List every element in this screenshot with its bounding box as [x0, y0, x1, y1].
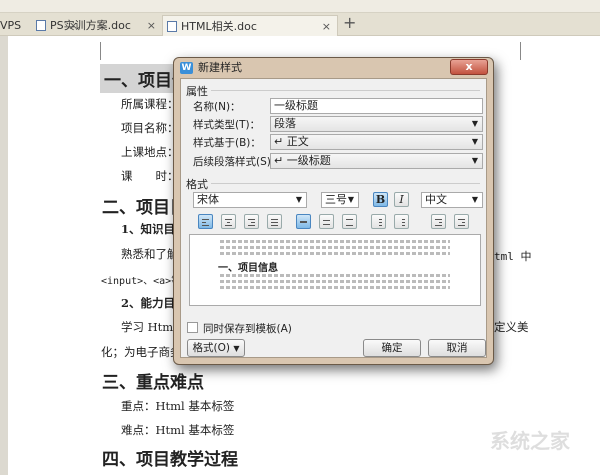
- preview-filler: [220, 252, 450, 255]
- doc-line: 化；为电子商务: [101, 345, 182, 359]
- select-value: 中文: [425, 193, 447, 206]
- select-value: 宋体: [197, 193, 219, 206]
- dropdown-arrow-icon: ▼: [471, 195, 478, 204]
- select-value: ↵ 一级标题: [274, 154, 331, 167]
- doc-line: 重点：Html 基本标签: [121, 399, 235, 413]
- ok-button[interactable]: 确定: [363, 339, 421, 357]
- new-style-dialog: W 新建样式 x 属性 名称(N)： 一级标题 样式类型(T)： 段落 ▼ 样式基于…: [173, 57, 494, 365]
- align-left-icon[interactable]: [198, 214, 213, 229]
- bold-button[interactable]: B: [373, 192, 388, 207]
- font-select[interactable]: 宋体 ▼: [193, 192, 307, 208]
- align-right-icon[interactable]: [244, 214, 259, 229]
- dropdown-arrow-icon: ▼: [471, 137, 478, 146]
- divider: [211, 90, 480, 91]
- doc-line: 所属课程：: [121, 97, 179, 111]
- dropdown-arrow-icon: ▼: [471, 119, 478, 128]
- format-section-label: 格式: [186, 178, 208, 191]
- tab-label: HTML相关.doc: [181, 20, 257, 33]
- doc-line: 上课地点：: [121, 145, 179, 159]
- doc-line: 课 时：: [121, 169, 179, 183]
- dropdown-arrow-icon: ▼: [295, 195, 302, 204]
- doc-line: tml 中: [494, 250, 532, 263]
- tab-label: PS实训方案.doc: [50, 19, 131, 32]
- name-input[interactable]: 一级标题: [270, 98, 483, 114]
- space-before-icon[interactable]: [371, 214, 386, 229]
- watermark: 系统之家: [490, 429, 570, 453]
- heading-3: 三、重点难点: [102, 373, 204, 393]
- margin-mark: [520, 42, 521, 60]
- next-style-label: 后续段落样式(S)：: [193, 156, 282, 168]
- doc-line: 熟悉和了解: [121, 247, 179, 261]
- divider: [211, 183, 480, 184]
- based-on-select[interactable]: ↵ 正文 ▼: [270, 134, 483, 150]
- select-value: 段落: [274, 117, 296, 130]
- new-tab-button[interactable]: +: [343, 13, 356, 32]
- close-tab-icon[interactable]: ×: [322, 16, 331, 37]
- justify-icon[interactable]: [267, 214, 282, 229]
- tab-bar: VPS × PS实训方案.doc × HTML相关.doc ×: [0, 13, 600, 36]
- style-type-label: 样式类型(T)：: [193, 119, 261, 131]
- format-menu-button[interactable]: 格式(O) ▼: [187, 339, 245, 357]
- doc-line: <input>、<a>等: [101, 276, 182, 287]
- button-label: 格式(O): [192, 342, 230, 354]
- italic-button[interactable]: I: [394, 192, 409, 207]
- doc-line: 定义美: [494, 320, 529, 334]
- space-after-icon[interactable]: [394, 214, 409, 229]
- preview-filler: [220, 246, 450, 249]
- preview-filler: [220, 240, 450, 243]
- preview-filler: [220, 274, 450, 277]
- close-tab-icon[interactable]: ×: [147, 15, 156, 36]
- doc-line: 项目名称：: [121, 121, 179, 135]
- dropdown-arrow-icon: ▼: [347, 195, 354, 204]
- tab-html-doc[interactable]: HTML相关.doc ×: [162, 15, 338, 36]
- preview-filler: [220, 280, 450, 283]
- line-spacing-double-icon[interactable]: [342, 214, 357, 229]
- doc-icon: [36, 20, 46, 31]
- margin-mark: [100, 42, 101, 60]
- line-spacing-1-5-icon[interactable]: [319, 214, 334, 229]
- select-value: 三号: [325, 193, 347, 206]
- doc-line: 难点：Html 基本标签: [121, 423, 235, 437]
- align-center-icon[interactable]: [221, 214, 236, 229]
- dialog-title: 新建样式: [198, 61, 242, 74]
- left-gutter: [0, 36, 8, 475]
- based-on-label: 样式基于(B)：: [193, 137, 261, 149]
- tab-ps-doc[interactable]: PS实训方案.doc ×: [32, 15, 162, 36]
- dropdown-arrow-icon: ▼: [471, 156, 478, 165]
- size-select[interactable]: 三号 ▼: [321, 192, 359, 208]
- save-to-template-checkbox[interactable]: [187, 322, 198, 333]
- tab-label: VPS: [0, 19, 22, 32]
- properties-section-label: 属性: [186, 85, 208, 98]
- decrease-indent-icon[interactable]: [431, 214, 446, 229]
- save-to-template-label: 同时保存到模板(A): [203, 323, 292, 335]
- select-value: ↵ 正文: [274, 135, 309, 148]
- ribbon-toolbar: [0, 0, 600, 13]
- dialog-body: 属性 名称(N)： 一级标题 样式类型(T)： 段落 ▼ 样式基于(B)： ↵ 正…: [180, 78, 487, 358]
- cancel-button[interactable]: 取消: [428, 339, 486, 357]
- close-button[interactable]: x: [450, 59, 488, 75]
- style-preview: 一、项目信息: [189, 234, 481, 306]
- preview-filler: [220, 286, 450, 289]
- doc-icon: [167, 21, 177, 32]
- language-select[interactable]: 中文 ▼: [421, 192, 483, 208]
- heading-4: 四、项目教学过程: [102, 450, 238, 470]
- name-label: 名称(N)：: [193, 101, 241, 113]
- wps-logo-icon: W: [180, 62, 193, 74]
- preview-heading: 一、项目信息: [218, 263, 278, 274]
- dropdown-arrow-icon: ▼: [233, 344, 240, 353]
- dialog-title-bar[interactable]: W 新建样式: [174, 58, 493, 78]
- style-type-select[interactable]: 段落 ▼: [270, 116, 483, 132]
- increase-indent-icon[interactable]: [454, 214, 469, 229]
- next-style-select[interactable]: ↵ 一级标题 ▼: [270, 153, 483, 169]
- line-spacing-single-icon[interactable]: [296, 214, 311, 229]
